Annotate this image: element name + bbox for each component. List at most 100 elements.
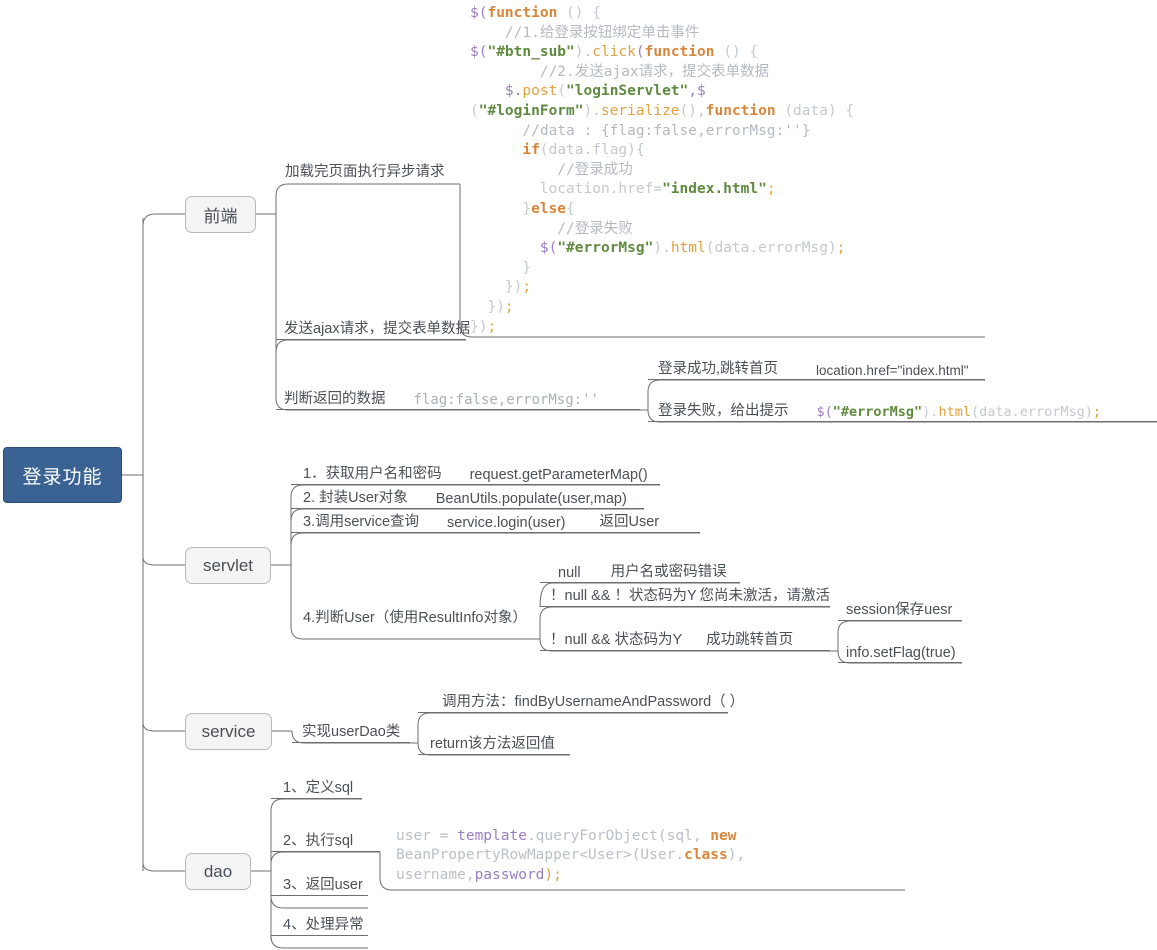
code-line15-semi: ; xyxy=(522,279,532,296)
dao-code-l2-head: BeanPropertyRowMapper<User>(User. xyxy=(396,847,685,864)
code-line8-tail: (data.flag){ xyxy=(539,142,645,159)
servlet-judge-active-label: ！null && 状态码为Y xyxy=(550,632,683,648)
frontend-async-label[interactable]: 加载完页面执行异步请求 xyxy=(285,160,445,181)
code-line13-args: (data.errorMsg) xyxy=(705,240,837,257)
code-line8-indent xyxy=(470,142,522,158)
code-line1-tail: () { xyxy=(557,5,601,21)
root-node[interactable]: 登录功能 xyxy=(3,447,122,503)
dao-step-3-label: 3、返回user xyxy=(283,877,363,893)
dao-step-4[interactable]: 4、处理异常 xyxy=(271,913,368,936)
branch-node-dao-label: dao xyxy=(203,861,233,881)
dao-code-l1-obj: template xyxy=(457,828,527,844)
service-call-method-label: 调用方法：findByUsernameAndPassword（ ） xyxy=(442,694,745,710)
servlet-step-2[interactable]: 2. 封装User对象 BeanUtils.populate(user,map) xyxy=(291,486,644,509)
code-line2: //1.给登录按钮绑定单击事件 xyxy=(470,24,700,41)
servlet-judge-active-result: 成功跳转首页 xyxy=(706,632,794,648)
service-impl-label: 实现userDao类 xyxy=(302,724,401,740)
mindmap-canvas: 登录功能 前端 servlet service dao 加载完页面执行异步请求 … xyxy=(0,0,1157,950)
code-line3-paren: ( xyxy=(635,44,645,61)
frontend-result-success-code: location.href="index.html" xyxy=(816,363,969,378)
code-line3-dot: ). xyxy=(574,44,593,61)
code-line3-dollar: $( xyxy=(470,44,488,61)
code-token-string: "#errorMsg" xyxy=(832,404,923,420)
service-call-method-leaf[interactable]: 调用方法：findByUsernameAndPassword（ ） xyxy=(418,690,744,713)
frontend-result-fail-code: $("#errorMsg").html(data.errorMsg); xyxy=(817,404,1102,420)
frontend-result-fail-label: 登录失败，给出提示 xyxy=(658,403,789,419)
code-line1-kw: function xyxy=(487,5,558,21)
code-line15-brace: }) xyxy=(470,279,523,296)
code-line11-tail: { xyxy=(566,200,575,217)
code-line10-str: "index.html" xyxy=(662,181,767,198)
code-line6-dot: ). xyxy=(583,102,601,119)
code-line3-fn: click xyxy=(592,44,636,61)
dao-code-l3-var: password xyxy=(474,866,545,883)
code-line5-fn: post xyxy=(522,83,558,100)
code-line16-brace: }) xyxy=(470,298,505,315)
servlet-step-1-label: 1．获取用户名和密码 xyxy=(303,466,442,482)
branch-node-frontend[interactable]: 前端 xyxy=(185,196,256,233)
code-token-semi: ; xyxy=(1092,404,1102,420)
frontend-code-block: $(function () { //1.给登录按钮绑定单击事件 $("#btn_… xyxy=(470,4,854,337)
servlet-judge-setflag-label: info.setFlag(true) xyxy=(846,645,956,661)
service-impl-leaf[interactable]: 实现userDao类 xyxy=(292,720,410,743)
frontend-ajax-leaf[interactable]: 发送ajax请求，提交表单数据 xyxy=(276,317,470,340)
dao-code-block: user = template.queryForObject(sql, new … xyxy=(396,827,745,885)
dao-step-4-label: 4、处理异常 xyxy=(283,917,364,933)
code-token-punct: ). xyxy=(922,404,939,420)
service-return-leaf[interactable]: return该方法返回值 xyxy=(418,732,570,755)
dao-code-l3-head: username, xyxy=(396,866,475,883)
servlet-step-1[interactable]: 1．获取用户名和密码 request.getParameterMap() xyxy=(291,462,660,485)
frontend-judge-value: flag:false,errorMsg:'' xyxy=(413,392,599,408)
servlet-step-4-label[interactable]: 4.判断User（使用ResultInfo对象） xyxy=(303,606,527,627)
servlet-judge-session-label: session保存uesr xyxy=(846,602,953,618)
code-line17-semi: ; xyxy=(487,318,497,335)
servlet-step-3-value: service.login(user) xyxy=(447,515,566,531)
code-line7: //data : {flag:false,errorMsg:''} xyxy=(470,122,811,139)
servlet-judge-inactive-label: ！null && ！状态码为Y xyxy=(550,588,697,604)
branch-node-frontend-label: 前端 xyxy=(203,207,238,226)
dao-step-1[interactable]: 1、定义sql xyxy=(271,776,362,799)
frontend-judge-leaf[interactable]: 判断返回的数据 flag:false,errorMsg:'' xyxy=(276,387,640,410)
code-line5-dollar: $. xyxy=(470,83,523,100)
servlet-step-1-value: request.getParameterMap() xyxy=(469,467,648,483)
code-line10-semi: ; xyxy=(766,181,776,198)
dao-step-2-label: 2、执行sql xyxy=(283,833,354,849)
frontend-ajax-label: 发送ajax请求，提交表单数据 xyxy=(284,321,471,337)
dao-code-l1-kw: new xyxy=(710,828,737,844)
servlet-judge-inactive[interactable]: ！null && ！状态码为Y 您尚未激活，请激活 xyxy=(540,584,830,607)
code-line6-args: (), xyxy=(679,102,706,119)
servlet-judge-null-label: null xyxy=(558,565,581,581)
dao-code-l1-head: user = xyxy=(396,828,458,844)
code-line16-semi: ; xyxy=(504,298,514,315)
code-line13-dot: ). xyxy=(653,240,671,257)
code-line13-dollar: $( xyxy=(470,240,558,257)
servlet-step-3[interactable]: 3.调用service查询 service.login(user) 返回User xyxy=(291,510,700,533)
dao-step-2[interactable]: 2、执行sql xyxy=(271,829,380,852)
code-line9: //登录成功 xyxy=(470,161,633,178)
code-line8-kw: if xyxy=(522,142,540,159)
dao-code-l2-tail: ), xyxy=(727,847,746,864)
branch-node-servlet[interactable]: servlet xyxy=(185,547,271,584)
servlet-judge-active[interactable]: ！null && 状态码为Y 成功跳转首页 xyxy=(540,628,830,651)
servlet-judge-session[interactable]: session保存uesr xyxy=(838,598,962,621)
code-line13-str: "#errorMsg" xyxy=(557,240,654,257)
code-line5-str: "loginServlet" xyxy=(566,83,689,100)
code-line4: //2.发送ajax请求，提交表单数据 xyxy=(470,63,770,80)
code-line10-head: location.href= xyxy=(470,181,663,198)
frontend-result-success-leaf[interactable]: 登录成功,跳转首页 location.href="index.html" xyxy=(648,357,985,380)
code-line6-kw: function xyxy=(705,102,776,119)
dao-step-3[interactable]: 3、返回user xyxy=(271,873,368,896)
code-line3-kw: function xyxy=(644,44,715,61)
branch-node-service-label: service xyxy=(201,721,256,741)
servlet-judge-null[interactable]: null 用户名或密码错误 xyxy=(540,560,740,583)
code-line3-tail: () { xyxy=(714,44,759,61)
servlet-judge-setflag[interactable]: info.setFlag(true) xyxy=(838,640,962,663)
code-line17-brace: }) xyxy=(470,318,488,335)
code-token-args: (data.errorMsg) xyxy=(970,404,1093,420)
branch-node-dao[interactable]: dao xyxy=(185,853,251,890)
frontend-result-fail-leaf[interactable]: 登录失败，给出提示 $("#errorMsg").html(data.error… xyxy=(648,399,1157,422)
servlet-step-3-label: 3.调用service查询 xyxy=(303,514,420,530)
branch-node-service[interactable]: service xyxy=(185,713,272,750)
servlet-step-2-label: 2. 封装User对象 xyxy=(303,490,408,506)
servlet-step-3-extra: 返回User xyxy=(599,514,660,530)
